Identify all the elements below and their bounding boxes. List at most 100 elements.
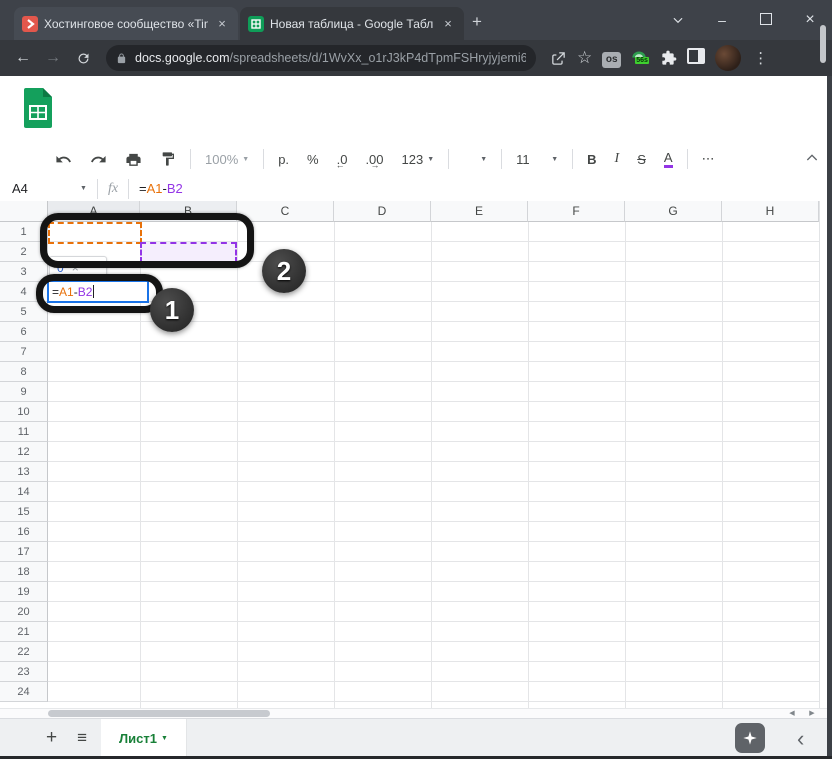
desktop-edge: [827, 76, 832, 759]
row-header[interactable]: 6: [0, 322, 48, 342]
grid-line: [625, 222, 626, 708]
undo-button[interactable]: [46, 147, 81, 171]
tab-close-icon[interactable]: ×: [440, 16, 456, 32]
grid-line: [431, 222, 432, 708]
arrow-left-icon: ←: [335, 160, 345, 170]
more-formats-button[interactable]: 123 ▼: [393, 147, 444, 171]
decrease-decimals-button[interactable]: .0 ←: [328, 147, 357, 171]
grid-line: [722, 222, 723, 708]
row-header[interactable]: 21: [0, 622, 48, 642]
column-header[interactable]: D: [334, 201, 431, 222]
print-button[interactable]: [116, 147, 151, 171]
name-box-dropdown-icon[interactable]: ▼: [80, 185, 87, 192]
formula-bar: A4 ▼ fx =A1-B2: [0, 176, 832, 202]
annotation-badge-1: 1: [150, 288, 194, 332]
screenshot-root: Хостинговое сообщество «Time × Новая таб…: [0, 0, 832, 759]
sheet-menu-icon[interactable]: ▼: [161, 735, 168, 742]
browser-tab-sheets[interactable]: Новая таблица - Google Таблиц ×: [240, 7, 464, 40]
scroll-right-icon[interactable]: ▶: [806, 709, 818, 717]
side-panel-icon[interactable]: [687, 47, 706, 69]
back-button[interactable]: ←: [8, 49, 38, 67]
row-header[interactable]: 15: [0, 502, 48, 522]
row-header[interactable]: 8: [0, 362, 48, 382]
forward-button[interactable]: →: [38, 49, 68, 67]
address-bar[interactable]: docs.google.com/spreadsheets/d/1WvXx_o1r…: [106, 45, 536, 71]
window-controls: – ×: [656, 0, 832, 40]
row-header[interactable]: 24: [0, 682, 48, 702]
bookmark-star-icon[interactable]: ☆: [577, 48, 592, 68]
bold-button[interactable]: B: [578, 147, 605, 171]
tab-close-icon[interactable]: ×: [214, 16, 230, 32]
row-header[interactable]: 18: [0, 562, 48, 582]
scroll-left-icon[interactable]: ◀: [786, 709, 798, 717]
vertical-scroll-thumb[interactable]: [820, 25, 826, 63]
zoom-select[interactable]: 100% ▼: [196, 147, 258, 171]
tab-title: Новая таблица - Google Таблиц: [270, 16, 434, 31]
paint-format-button[interactable]: [151, 147, 185, 171]
annotation-badge-2: 2: [262, 249, 306, 293]
column-header[interactable]: C: [237, 201, 334, 222]
row-header[interactable]: 12: [0, 442, 48, 462]
redo-button[interactable]: [81, 147, 116, 171]
row-header[interactable]: 23: [0, 662, 48, 682]
more-toolbar-button[interactable]: ⋯: [693, 147, 725, 171]
column-header[interactable]: H: [722, 201, 819, 222]
browser-tab-hosting[interactable]: Хостинговое сообщество «Time ×: [14, 7, 238, 40]
italic-button[interactable]: I: [606, 147, 629, 171]
row-header[interactable]: 7: [0, 342, 48, 362]
increase-decimals-button[interactable]: .00 →: [356, 147, 392, 171]
select-all-corner[interactable]: [0, 201, 48, 222]
new-tab-button[interactable]: +: [472, 12, 482, 32]
column-header[interactable]: G: [625, 201, 722, 222]
reload-button[interactable]: [68, 51, 98, 66]
row-header[interactable]: 17: [0, 542, 48, 562]
font-size-select[interactable]: 11 ▼: [507, 147, 567, 171]
annotation-rect-step1: [36, 274, 163, 313]
row-header[interactable]: 11: [0, 422, 48, 442]
explore-button[interactable]: [735, 723, 765, 753]
maximize-button[interactable]: [744, 12, 788, 28]
column-header[interactable]: F: [528, 201, 625, 222]
extension-os-icon[interactable]: os: [602, 49, 622, 68]
text-color-button[interactable]: A: [655, 147, 682, 171]
grid-line: [237, 222, 238, 708]
font-family-select[interactable]: ▼: [454, 147, 496, 171]
horizontal-scroll-thumb[interactable]: [48, 710, 270, 717]
name-box[interactable]: A4: [12, 181, 76, 196]
row-header[interactable]: 10: [0, 402, 48, 422]
formula-input[interactable]: =A1-B2: [139, 181, 183, 196]
percent-format-button[interactable]: %: [298, 147, 328, 171]
row-header[interactable]: 19: [0, 582, 48, 602]
share-page-icon[interactable]: [550, 50, 567, 67]
collapse-panel-icon[interactable]: ‹: [797, 726, 804, 752]
vertical-scrollbar[interactable]: [819, 201, 827, 708]
sheets-favicon: [248, 15, 264, 32]
collapse-menus-icon[interactable]: [804, 150, 820, 166]
row-header[interactable]: 16: [0, 522, 48, 542]
column-header[interactable]: E: [431, 201, 528, 222]
sheet-tab-active[interactable]: Лист1 ▼: [101, 719, 187, 757]
timeweb-favicon: [22, 15, 38, 32]
strikethrough-button[interactable]: S: [628, 147, 655, 171]
sheet-tabs-bar: + ≡ Лист1 ▼: [0, 718, 827, 757]
sheets-toolbar: 100% ▼ р. % .0 ← .00 → 123 ▼ ▼ 11 ▼ B I S A: [0, 142, 832, 176]
tab-search-icon[interactable]: [656, 13, 700, 27]
browser-titlebar: Хостинговое сообщество «Time × Новая таб…: [0, 0, 832, 40]
row-header[interactable]: 14: [0, 482, 48, 502]
add-sheet-button[interactable]: +: [46, 727, 57, 749]
extensions-puzzle-icon[interactable]: [661, 50, 677, 66]
row-header[interactable]: 13: [0, 462, 48, 482]
url-path: /spreadsheets/d/1WvXx_o1rJ3kP4dTpmFSHryj…: [229, 51, 526, 65]
all-sheets-icon[interactable]: ≡: [77, 728, 87, 748]
browser-profile-avatar[interactable]: [715, 45, 742, 71]
tab-title: Хостинговое сообщество «Time: [44, 16, 208, 31]
currency-format-button[interactable]: р.: [269, 147, 298, 171]
minimize-button[interactable]: –: [700, 12, 744, 28]
row-header[interactable]: 22: [0, 642, 48, 662]
row-header[interactable]: 20: [0, 602, 48, 622]
extension-speed-icon[interactable]: 56s: [631, 48, 651, 68]
row-header[interactable]: 9: [0, 382, 48, 402]
browser-navbar: ← → docs.google.com/spreadsheets/d/1WvXx…: [0, 40, 832, 76]
sheets-logo[interactable]: [22, 86, 54, 130]
browser-menu-icon[interactable]: ⋮: [753, 49, 768, 67]
